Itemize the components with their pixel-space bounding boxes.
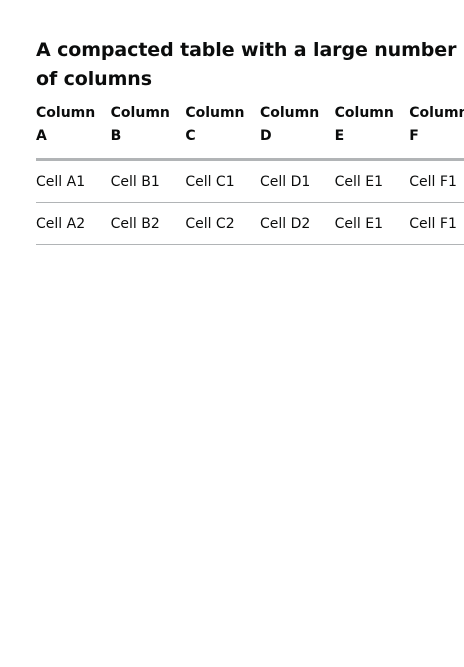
table-cell: Cell B2 (110, 202, 186, 245)
table-body: Cell A1 Cell B1 Cell C1 Cell D1 Cell E1 … (36, 159, 464, 245)
column-header-word: Column (110, 105, 170, 121)
column-header-b: Column B (110, 102, 186, 161)
column-header-letter: C (185, 128, 196, 144)
table-cell: Cell D2 (259, 202, 335, 245)
column-header-word: Column (334, 105, 394, 121)
column-header-letter: F (409, 128, 419, 144)
table-header: Column A Column B Column C Column D Colu… (36, 102, 464, 161)
column-header-a: Column A (36, 102, 111, 161)
table-cell: Cell A2 (36, 202, 111, 245)
column-header-word: Column (36, 105, 96, 121)
table-cell: Cell E1 (334, 159, 410, 203)
table-caption: A compacted table with a large number of… (36, 39, 457, 90)
column-header-letter: A (36, 128, 47, 144)
column-header-letter: D (259, 128, 272, 144)
table-cell: Cell B1 (110, 159, 186, 203)
table-cell: Cell C1 (185, 159, 260, 203)
data-table: Column A Column B Column C Column D Colu… (36, 102, 464, 245)
column-header-letter: E (334, 128, 345, 144)
column-header-word: Column (409, 105, 464, 121)
table-container: A compacted table with a large number of… (36, 36, 464, 245)
header-row: Column A Column B Column C Column D Colu… (36, 102, 464, 161)
table-cell: Cell F1 (409, 202, 464, 245)
table-cell: Cell C2 (185, 202, 260, 245)
column-header-letter: B (110, 128, 122, 144)
column-header-c: Column C (185, 102, 260, 161)
column-header-e: Column E (334, 102, 410, 161)
column-header-word: Column (259, 105, 320, 121)
table-cell: Cell A1 (36, 159, 111, 203)
table-row: Cell A2 Cell B2 Cell C2 Cell D2 Cell E1 … (36, 202, 464, 245)
column-header-word: Column (185, 105, 245, 121)
table-cell: Cell F1 (409, 159, 464, 203)
column-header-d: Column D (259, 102, 335, 161)
table-row: Cell A1 Cell B1 Cell C1 Cell D1 Cell E1 … (36, 159, 464, 203)
table-cell: Cell D1 (259, 159, 335, 203)
column-header-f: Column F (409, 102, 464, 161)
table-cell: Cell E1 (334, 202, 410, 245)
